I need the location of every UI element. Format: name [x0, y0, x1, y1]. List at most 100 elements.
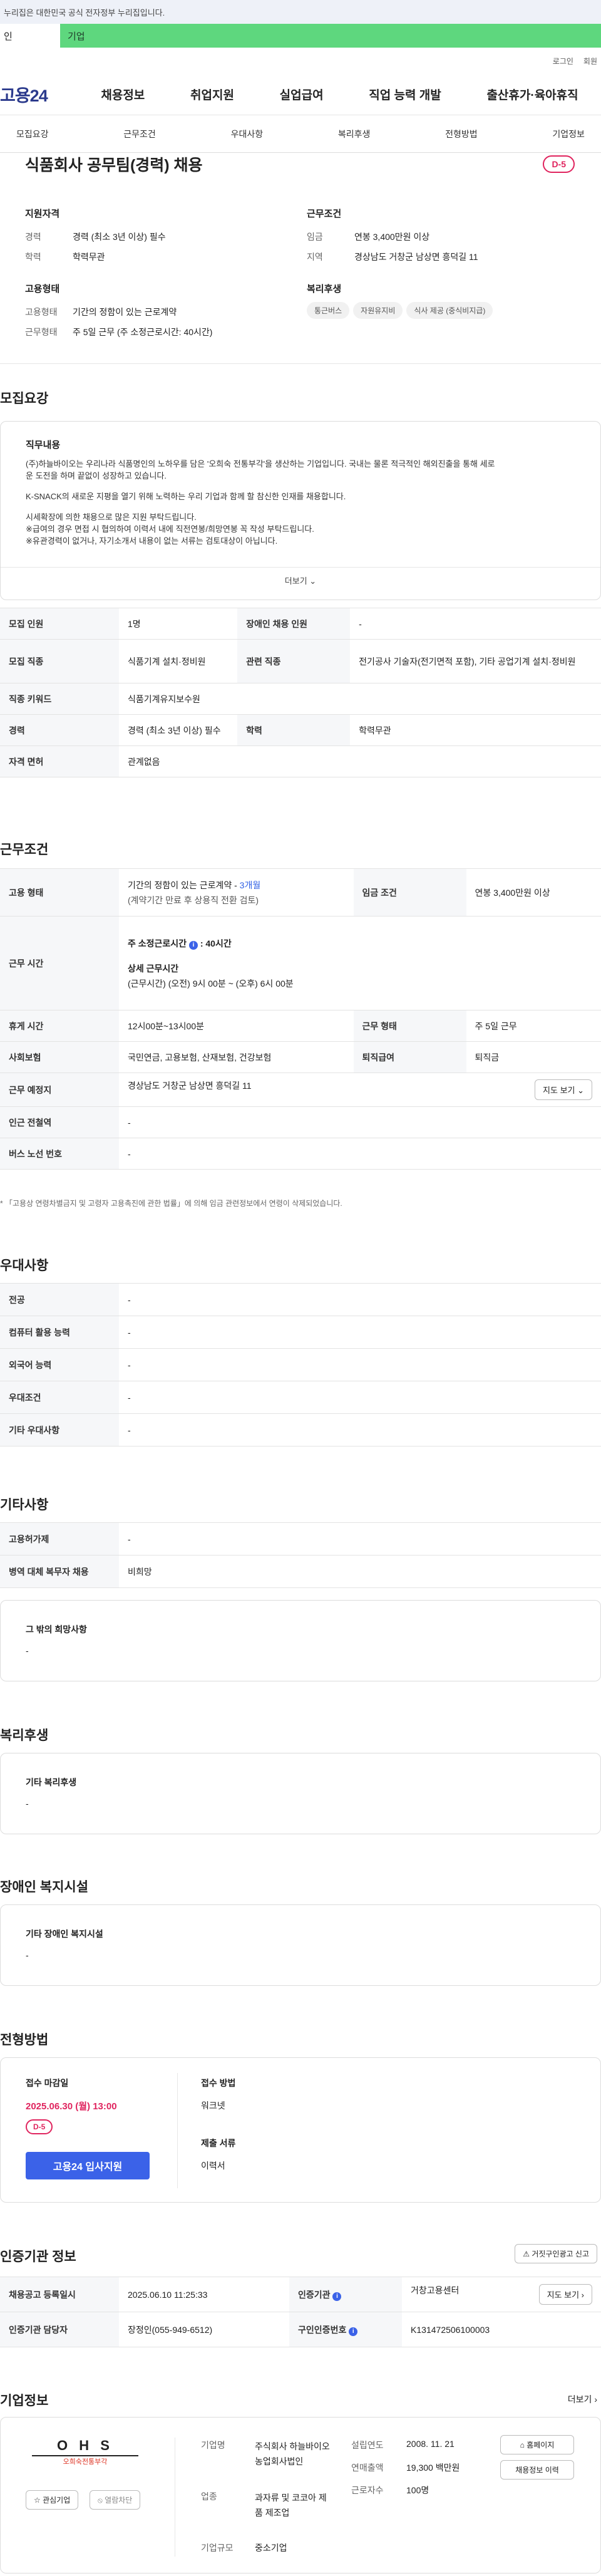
table-row: 인증기관 담당자 장정인(055-949-6512) 구인인증번호 i K1314… — [0, 2312, 601, 2347]
homepage-button[interactable]: ⌂ 홈페이지 — [500, 2435, 574, 2454]
condition-region: 지역 경상남도 거창군 남상면 흥덕길 11 — [307, 252, 478, 262]
login-link[interactable]: 로그인 — [553, 56, 573, 66]
tab-person[interactable]: 인 — [0, 24, 60, 48]
gov-banner: 누리집은 대한민국 공식 전자정부 누리집입니다. — [0, 0, 601, 24]
recruit-heading: 모집요강 — [0, 392, 49, 406]
qualification-career: 경력 경력 (최소 3년 이상) 필수 — [25, 232, 166, 242]
map-button[interactable]: 지도 보기 › — [538, 2284, 592, 2305]
etc-hope-box: 그 밖의 희망사항 - — [0, 1600, 601, 1681]
duty-box: 직무내용 (주)하늘바이오는 우리나라 식품명인의 노하우를 담은 '오희숙 전… — [0, 421, 601, 600]
tab-corporate[interactable]: 기업 — [60, 24, 601, 48]
anchor-process[interactable]: 전형방법 — [433, 128, 490, 140]
etc-heading: 기타사항 — [0, 1498, 49, 1512]
gnb-item-unemployment-benefit[interactable]: 실업급여 — [280, 86, 324, 103]
company-box: O H S 오희숙전통부각 ☆ 관심기업 ⦸ 열람차단 기업명 주식회사 하늘바… — [0, 2417, 601, 2573]
info-icon[interactable]: i — [332, 2292, 342, 2301]
certified-table: 채용공고 등록일시 2025.06.10 11:25:33 인증기관 i 거창고용… — [0, 2277, 601, 2347]
benefit-heading: 복리후생 — [0, 1728, 49, 1743]
section-divider — [0, 363, 601, 364]
welfare-chip: 자원유지비 — [353, 302, 403, 319]
site-logo[interactable]: 고용24 — [0, 82, 78, 106]
duty-text: (주)하늘바이오는 우리나라 식품명인의 노하우를 담은 '오희숙 전통부각'을… — [26, 459, 495, 546]
job-title: 식품회사 공무팀(경력) 채용 — [25, 157, 203, 174]
disabled-heading: 장애인 복지시설 — [0, 1880, 89, 1894]
map-button[interactable]: 지도 보기 ⌄ — [535, 1079, 592, 1100]
table-row: 버스 노선 번호 - — [0, 1138, 601, 1170]
anchor-prefer[interactable]: 우대사항 — [218, 128, 276, 140]
report-button[interactable]: ⚠ 거짓구인광고 신고 — [515, 2244, 597, 2263]
table-row: 우대조건 - — [0, 1381, 601, 1414]
company-name: 주식회사 하늘바이오 농업회사법인 — [255, 2441, 330, 2466]
company-logo: O H S 오희숙전통부각 — [26, 2438, 145, 2466]
anchor-benefit[interactable]: 복리후생 — [326, 128, 383, 140]
welfare-heading: 복리후생 — [307, 284, 342, 294]
gnb-item-employment-support[interactable]: 취업지원 — [190, 86, 234, 103]
table-row: 사회보험 국민연금, 고용보험, 산재보험, 건강보험 퇴직급여 퇴직금 — [0, 1041, 601, 1073]
dday-badge: D-5 — [26, 2119, 53, 2134]
info-icon[interactable]: i — [349, 2327, 358, 2336]
more-button[interactable]: 더보기 ⌄ — [1, 574, 600, 586]
company-size: 중소기업 — [255, 2543, 287, 2553]
welfare-chips: 통근버스 자원유지비 식사 제공 (중식비지급) — [307, 302, 496, 319]
company-industry: 과자류 및 코코아 제품 제조업 — [255, 2493, 327, 2518]
prefer-heading: 우대사항 — [0, 1259, 49, 1273]
info-icon[interactable]: i — [188, 940, 198, 950]
employment-heading: 고용형태 — [25, 284, 60, 294]
qualification-heading: 지원자격 — [25, 209, 60, 219]
deadline-value: 2025.06.30 (월) 13:00 — [26, 2101, 117, 2112]
table-row: 외국어 능력 - — [0, 1348, 601, 1381]
gnb-item-vocational-training[interactable]: 직업 능력 개발 — [369, 86, 441, 103]
table-row: 고용 형태 기간의 정함이 있는 근로계약 - 3개월 (계약기간 만료 후 상용… — [0, 868, 601, 917]
table-row: 컴퓨터 활용 능력 - — [0, 1316, 601, 1349]
certified-heading: 인증기관 정보 — [0, 2250, 76, 2264]
table-row: 인근 전철역 - — [0, 1106, 601, 1138]
table-row: 휴게 시간 12시00분~13시00분 근무 형태 주 5일 근무 — [0, 1010, 601, 1042]
recruit-table: 모집 인원 1명 장애인 채용 인원 - 모집 직종 식품기계 설치·정비원 관련 직종 전… — [0, 608, 601, 777]
prefer-table: 전공 - 컴퓨터 활용 능력 - 외국어 능력 - 우대조건 - 기타 우대사항 - — [0, 1283, 601, 1446]
table-row: 경력 경력 (최소 3년 이상) 필수 학력 학력무관 — [0, 714, 601, 746]
etc-table: 고용허가제 - 병역 대체 복무자 채용 비희망 — [0, 1522, 601, 1588]
table-row: 전공 - — [0, 1283, 601, 1316]
welfare-chip: 식사 제공 (중식비지급) — [406, 302, 493, 319]
work-type: 근무형태 주 5일 근무 (주 소정근로시간: 40시간) — [25, 327, 213, 337]
table-row: 직종 키워드 식품기계유지보수원 — [0, 683, 601, 715]
table-row: 근무 시간 주 소정근로시간 i : 40시간 상세 근무시간 (근무시간) (… — [0, 916, 601, 1010]
employment-type: 고용형태 기간의 정함이 있는 근로계약 — [25, 307, 177, 317]
table-row: 고용허가제 - — [0, 1522, 601, 1555]
process-heading: 전형방법 — [0, 2033, 49, 2047]
company-more-link[interactable]: 더보기 › — [568, 2393, 597, 2406]
table-row: 자격 면허 관계없음 — [0, 745, 601, 777]
welfare-chip: 통근버스 — [307, 302, 350, 319]
process-box: 접수 마감일 2025.06.30 (월) 13:00 D-5 고용24 입사지… — [0, 2057, 601, 2203]
condition-heading: 근무조건 — [307, 209, 342, 219]
table-row: 모집 직종 식품기계 설치·정비원 관련 직종 전기공사 기술자(전기면적 포함), … — [0, 639, 601, 683]
qualification-education: 학력 학력무관 — [25, 252, 105, 262]
join-link[interactable]: 회원 — [583, 56, 597, 66]
gov-banner-text: 누리집은 대한민국 공식 전자정부 누리집입니다. — [4, 8, 165, 18]
work-table: 고용 형태 기간의 정함이 있는 근로계약 - 3개월 (계약기간 만료 후 상용… — [0, 868, 601, 1170]
user-type-tabs: 인 기업 — [0, 24, 601, 48]
table-row: 근무 예정지 경상남도 거창군 남상면 흥덕길 11 지도 보기 ⌄ — [0, 1072, 601, 1107]
benefit-box: 기타 복리후생 - — [0, 1753, 601, 1834]
anchor-work[interactable]: 근무조건 — [111, 128, 168, 140]
table-row: 모집 인원 1명 장애인 채용 인원 - — [0, 608, 601, 640]
table-row: 채용공고 등록일시 2025.06.10 11:25:33 인증기관 i 거창고용… — [0, 2277, 601, 2312]
table-row: 병역 대체 복무자 채용 비희망 — [0, 1555, 601, 1588]
apply-button[interactable]: 고용24 입사지원 — [26, 2152, 150, 2179]
utility-links: 로그인 회원 — [0, 48, 601, 74]
company-employees: 100명 — [406, 2485, 429, 2495]
table-row: 기타 우대사항 - — [0, 1413, 601, 1446]
favorite-company-button[interactable]: ☆ 관심기업 — [26, 2490, 79, 2510]
gnb-item-parental-leave[interactable]: 출산휴가·육아휴직 — [486, 86, 578, 103]
condition-wage: 임금 연봉 3,400만원 이상 — [307, 232, 430, 242]
company-heading: 기업정보 — [0, 2394, 49, 2408]
anchor-company[interactable]: 기업정보 — [540, 128, 597, 140]
job-summary: 식품회사 공무팀(경력) 채용 D-5 지원자격 경력 경력 (최소 3년 이상)… — [0, 143, 601, 356]
gnb-item-jobs[interactable]: 채용정보 — [101, 86, 145, 103]
company-name-row: 기업명 — [201, 2440, 225, 2450]
anchor-recruit[interactable]: 모집요강 — [4, 128, 61, 140]
global-nav: 고용24 채용정보 취업지원 실업급여 직업 능력 개발 출산휴가·육아휴직 — [0, 74, 601, 115]
hire-history-button[interactable]: 채용정보 이력 — [500, 2460, 574, 2480]
age-discrimination-note: * 「고용상 연령차별금지 및 고령자 고용촉진에 관한 법률」에 의해 임금 … — [0, 1199, 342, 1208]
block-view-button[interactable]: ⦸ 열람차단 — [90, 2490, 141, 2510]
